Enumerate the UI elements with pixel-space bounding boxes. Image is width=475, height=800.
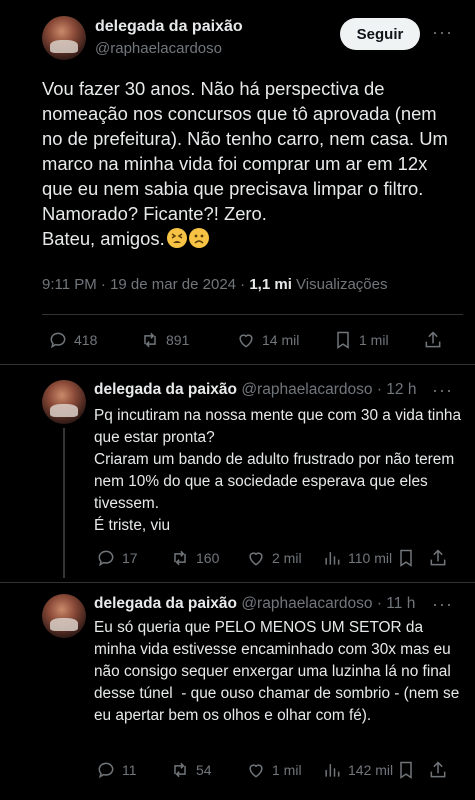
analytics-icon: [325, 552, 340, 565]
main-tweet-meta: 9:11 PM · 19 de mar de 2024 · 1,1 mi Vis…: [42, 276, 388, 293]
repost-button[interactable]: 891: [140, 330, 189, 350]
reply2-reply-button[interactable]: 11: [96, 760, 137, 780]
reply-count: 418: [74, 332, 98, 348]
reply-icon: [98, 762, 114, 779]
heart-icon: [249, 552, 263, 566]
reply2-like-button[interactable]: 1 mil: [246, 760, 302, 780]
bookmark-button[interactable]: 1 mil: [333, 330, 389, 350]
reply1-more-icon[interactable]: ···: [432, 380, 453, 401]
follow-button[interactable]: Seguir: [340, 18, 420, 50]
reply1-text: Pq incutiram na nossa mente que com 30 a…: [94, 407, 462, 534]
reply2-like-count: 1 mil: [272, 762, 302, 778]
reply1-header: delegada da paixão @raphaelacardoso · 12…: [94, 381, 464, 399]
share-icon: [430, 761, 446, 778]
reply2-reply-count: 11: [122, 762, 137, 778]
like-button[interactable]: 14 mil: [236, 330, 299, 350]
reply2-time[interactable]: · 11 h: [377, 595, 416, 612]
repost-icon: [174, 550, 186, 566]
share-icon: [430, 549, 446, 566]
reply1-repost-count: 160: [196, 550, 220, 566]
main-handle[interactable]: @raphaelacardoso: [95, 40, 222, 57]
views-count: 1,1 mi: [249, 276, 292, 293]
reply1-divider: [0, 582, 475, 583]
bookmark-count: 1 mil: [359, 332, 389, 348]
repost-icon: [144, 332, 156, 348]
main-divider-bottom: [0, 364, 475, 365]
reply1-like-count: 2 mil: [272, 550, 302, 566]
reply2-views-button[interactable]: 142 mil: [322, 760, 393, 780]
main-divider-top: [42, 314, 463, 315]
reply2-avatar[interactable]: [42, 594, 86, 638]
reply1-display-name[interactable]: delegada da paixão: [94, 381, 237, 398]
main-display-name[interactable]: delegada da paixão: [95, 18, 243, 36]
bookmark-icon: [337, 331, 349, 349]
reply2-header: delegada da paixão @raphaelacardoso · 11…: [94, 595, 464, 613]
reply1-views-button[interactable]: 110 mil: [322, 548, 392, 568]
main-timestamp[interactable]: 9:11 PM · 19 de mar de 2024 ·: [42, 276, 249, 293]
reply2-text: Eu só queria que PELO MENOS UM SETOR da …: [94, 619, 464, 724]
reply-icon: [98, 550, 114, 567]
reply2-bookmark-button[interactable]: [396, 760, 416, 780]
reply1-bookmark-button[interactable]: [396, 548, 416, 568]
reply1-like-button[interactable]: 2 mil: [246, 548, 302, 568]
reply1-time[interactable]: · 12 h: [377, 381, 417, 398]
reply1-reply-button[interactable]: 17: [96, 548, 138, 568]
views-label: Visualizações: [296, 276, 388, 293]
reply1-avatar[interactable]: [42, 380, 86, 424]
frowning-face-emoji: [188, 228, 209, 248]
like-count: 14 mil: [262, 332, 300, 348]
heart-icon: [249, 764, 263, 778]
thread-line: [63, 428, 65, 578]
reply1-handle[interactable]: @raphaelacardoso: [241, 381, 372, 398]
heart-icon: [239, 334, 253, 348]
reply2-handle[interactable]: @raphaelacardoso: [241, 595, 372, 612]
bookmark-icon: [400, 761, 412, 779]
repost-count: 891: [166, 332, 190, 348]
reply2-share-button[interactable]: [428, 760, 448, 780]
reply2-views-count: 142 mil: [348, 762, 394, 778]
reply-icon: [50, 332, 66, 349]
reply2-repost-button[interactable]: 54: [170, 760, 212, 780]
main-avatar[interactable]: [42, 16, 86, 60]
main-tweet-text: Vou fazer 30 anos. Não há perspectiva de…: [42, 78, 448, 249]
reply1-reply-count: 17: [122, 550, 138, 566]
reply2-repost-count: 54: [196, 762, 212, 778]
reply-button[interactable]: 418: [48, 330, 97, 350]
share-button[interactable]: [423, 330, 443, 350]
reply1-share-button[interactable]: [428, 548, 448, 568]
reply2-display-name[interactable]: delegada da paixão: [94, 595, 237, 612]
analytics-icon: [325, 764, 340, 777]
reply1-views-count: 110 mil: [348, 550, 393, 566]
tired-face-emoji: [166, 228, 187, 248]
more-options-icon[interactable]: ···: [432, 22, 453, 43]
share-icon: [425, 331, 441, 348]
repost-icon: [174, 762, 186, 778]
reply2-more-icon[interactable]: ···: [432, 594, 453, 615]
bookmark-icon: [400, 549, 412, 567]
reply1-repost-button[interactable]: 160: [170, 548, 219, 568]
